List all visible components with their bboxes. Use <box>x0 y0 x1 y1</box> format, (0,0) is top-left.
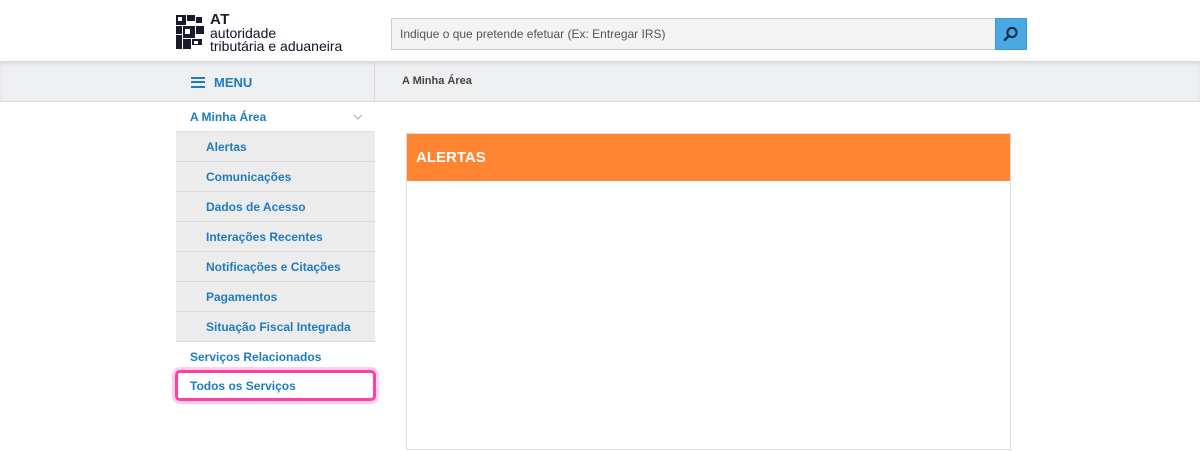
logo-text: AT autoridade tributária e aduaneira <box>210 12 343 54</box>
search-button[interactable] <box>995 18 1027 50</box>
sidebar-item-dados-de-acesso[interactable]: Dados de Acesso <box>176 192 375 222</box>
sidebar-item-notificacoes-citacoes[interactable]: Notificações e Citações <box>176 252 375 282</box>
logo-line-2: tributária e aduaneira <box>210 38 343 54</box>
sidebar-item-label: Notificações e Citações <box>206 259 341 274</box>
sidebar-item-label: Situação Fiscal Integrada <box>206 319 351 334</box>
at-logo-icon <box>176 15 204 49</box>
sidebar-item-pagamentos[interactable]: Pagamentos <box>176 282 375 312</box>
alerts-panel-title: ALERTAS <box>416 149 486 166</box>
hamburger-icon <box>191 76 205 88</box>
sidebar-item-label: Serviços Relacionados <box>190 349 322 364</box>
sidebar-item-label: Todos os Serviços <box>190 378 296 393</box>
sidebar-item-label: Dados de Acesso <box>206 199 306 214</box>
menu-toggle-button[interactable]: MENU <box>176 62 375 102</box>
search-input[interactable] <box>391 18 995 50</box>
chevron-down-icon <box>353 114 363 120</box>
sidebar-item-label: Pagamentos <box>206 289 278 304</box>
sidebar-item-a-minha-area[interactable]: A Minha Área <box>176 102 375 132</box>
sidebar-item-label: A Minha Área <box>190 109 267 124</box>
sidebar-item-situacao-fiscal[interactable]: Situação Fiscal Integrada <box>176 312 375 342</box>
search-icon <box>1003 26 1018 42</box>
menu-label: MENU <box>214 74 253 90</box>
sidebar: A Minha Área Alertas Comunicações Dados … <box>175 102 376 401</box>
alerts-panel: ALERTAS <box>406 133 1011 450</box>
at-logo[interactable]: AT autoridade tributária e aduaneira <box>176 11 346 55</box>
breadcrumb: A Minha Área <box>402 75 472 87</box>
sidebar-item-label: Comunicações <box>206 169 292 184</box>
sidebar-item-label: Interações Recentes <box>206 229 323 244</box>
sidebar-item-interacoes-recentes[interactable]: Interações Recentes <box>176 222 375 252</box>
search-bar <box>391 18 1027 50</box>
sidebar-item-todos-os-servicos[interactable]: Todos os Serviços <box>175 370 376 401</box>
sidebar-item-servicos-relacionados[interactable]: Serviços Relacionados <box>176 342 375 371</box>
sidebar-item-comunicacoes[interactable]: Comunicações <box>176 162 375 192</box>
sidebar-item-alertas[interactable]: Alertas <box>176 132 375 162</box>
sidebar-item-label: Alertas <box>206 139 247 154</box>
alerts-panel-header: ALERTAS <box>407 134 1010 181</box>
site-header: AT autoridade tributária e aduaneira <box>0 0 1200 62</box>
